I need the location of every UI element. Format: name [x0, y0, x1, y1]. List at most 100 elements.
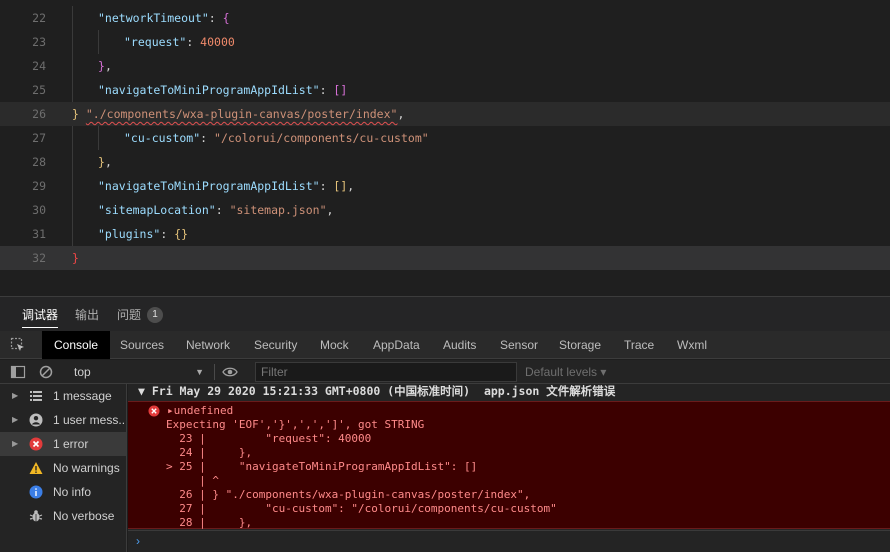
tab-debugger[interactable]: 调试器 — [22, 297, 59, 332]
tab-console[interactable]: Console — [42, 331, 111, 359]
code-line[interactable]: 24}, — [0, 54, 890, 78]
code-token: "navigateToMiniProgramAppIdList" — [98, 83, 320, 97]
indent-guide — [72, 198, 73, 222]
indent-guide — [72, 54, 73, 78]
expand-triangle-icon[interactable]: ▶ — [12, 408, 18, 432]
code-text: }, — [98, 54, 112, 78]
code-text: "navigateToMiniProgramAppIdList": [] — [98, 78, 347, 102]
tab-trace[interactable]: Trace — [624, 331, 654, 359]
console-messages: ▼ Fri May 29 2020 15:21:33 GMT+0800 (中国标… — [128, 384, 890, 552]
line-number: 30 — [32, 203, 46, 217]
code-token: } — [98, 59, 105, 73]
indent-guide — [98, 126, 99, 150]
code-line[interactable]: 23 "request": 40000 — [0, 30, 890, 54]
code-token: [] — [333, 179, 348, 193]
sidebar-item-info[interactable]: No info — [0, 480, 126, 504]
user-icon — [29, 413, 43, 427]
tab-audits[interactable]: Audits — [443, 331, 476, 359]
code-line[interactable]: 25 "navigateToMiniProgramAppIdList": [] — [0, 78, 890, 102]
problems-count-badge: 1 — [147, 307, 163, 323]
error-message: ▸undefined Expecting 'EOF','}',',',']', … — [128, 401, 890, 529]
indent-guide — [72, 126, 73, 150]
sidebar-item-errors[interactable]: ▶ 1 error — [0, 432, 126, 456]
indent-guide — [72, 78, 73, 102]
code-editor[interactable]: 22 "networkTimeout": { 23 "request": 40000 2… — [0, 0, 890, 296]
context-select[interactable]: top ▼ — [70, 362, 210, 382]
toolbar-divider — [214, 364, 215, 380]
error-expand-toggle[interactable]: ▸undefined — [167, 404, 233, 418]
code-token: [] — [333, 83, 348, 97]
prompt-chevron-icon: › — [136, 534, 140, 548]
line-number: 23 — [32, 35, 46, 49]
indent-guide — [72, 150, 73, 174]
sidebar-item-label: No verbose — [53, 509, 115, 523]
sidebar-toggle-icon[interactable] — [10, 364, 26, 380]
expand-triangle-icon[interactable]: ▶ — [12, 432, 18, 456]
list-icon — [30, 391, 42, 401]
code-token: , — [397, 107, 405, 121]
error-icon — [29, 437, 43, 451]
clear-console-icon[interactable] — [38, 364, 54, 380]
line-number: 25 — [32, 83, 46, 97]
tab-mock[interactable]: Mock — [320, 331, 349, 359]
code-line[interactable]: 27 "cu-custom": "/colorui/components/cu-c… — [0, 126, 890, 150]
code-token: , — [347, 179, 355, 193]
expand-triangle-icon[interactable]: ▶ — [12, 384, 18, 408]
code-line[interactable]: 26} "./components/wxa-plugin-canvas/post… — [0, 102, 890, 126]
code-text: } "./components/wxa-plugin-canvas/poster… — [72, 102, 404, 126]
tab-sources[interactable]: Sources — [120, 331, 164, 359]
sidebar-item-messages[interactable]: ▶ 1 message — [0, 384, 126, 408]
sidebar-item-verbose[interactable]: No verbose — [0, 504, 126, 528]
code-line[interactable]: 30 "sitemapLocation": "sitemap.json", — [0, 198, 890, 222]
code-token: "request" — [124, 35, 187, 49]
error-text-line: 28 | }, — [166, 516, 253, 529]
code-token: 40000 — [200, 35, 235, 49]
tab-sensor[interactable]: Sensor — [500, 331, 538, 359]
error-text-line: > 25 | "navigateToMiniProgramAppIdList":… — [166, 460, 478, 473]
sidebar-item-label: No warnings — [53, 461, 120, 475]
console-input[interactable]: › — [128, 530, 890, 552]
error-text-line: Expecting 'EOF','}',',',']', got STRING — [166, 418, 425, 431]
code-line[interactable]: 22 "networkTimeout": { — [0, 6, 890, 30]
code-token: "navigateToMiniProgramAppIdList" — [98, 179, 320, 193]
code-token: , — [104, 59, 112, 73]
error-text-line: 24 | }, — [166, 446, 253, 459]
sidebar-item-label: No info — [53, 485, 92, 499]
line-number: 22 — [32, 11, 46, 25]
code-text: }, — [98, 150, 112, 174]
code-token: , — [104, 155, 112, 169]
code-line[interactable]: 31 "plugins": {} — [0, 222, 890, 246]
code-line[interactable]: 29 "navigateToMiniProgramAppIdList": [], — [0, 174, 890, 198]
indent-guide — [72, 174, 73, 198]
code-token: "plugins" — [98, 227, 161, 241]
code-text: "cu-custom": "/colorui/components/cu-cus… — [124, 126, 429, 150]
code-token: : — [319, 83, 334, 97]
tab-storage[interactable]: Storage — [559, 331, 601, 359]
filter-input[interactable]: Filter — [255, 362, 517, 382]
tab-problems[interactable]: 问题 — [117, 297, 141, 332]
eye-icon[interactable] — [222, 364, 238, 380]
code-token: : — [200, 131, 215, 145]
line-number: 32 — [32, 251, 46, 265]
console-sidebar: ▶ 1 message ▶ 1 user mess... ▶ 1 error N… — [0, 384, 127, 552]
inspect-element-icon[interactable] — [10, 337, 26, 353]
warning-icon — [29, 462, 43, 474]
sidebar-item-user-messages[interactable]: ▶ 1 user mess... — [0, 408, 126, 432]
indent-guide — [72, 30, 73, 54]
info-icon — [29, 485, 43, 499]
tab-wxml[interactable]: Wxml — [677, 331, 707, 359]
tab-security[interactable]: Security — [254, 331, 297, 359]
code-text: } — [72, 246, 79, 270]
tab-network[interactable]: Network — [186, 331, 230, 359]
console-toolbar: top ▼ Filter Default levels ▾ — [0, 360, 890, 384]
sidebar-item-warnings[interactable]: No warnings — [0, 456, 126, 480]
line-number: 24 — [32, 59, 46, 73]
tab-output[interactable]: 输出 — [75, 297, 99, 332]
code-line[interactable]: 28}, — [0, 150, 890, 174]
indent-guide — [98, 30, 99, 54]
console-group-header[interactable]: ▼ Fri May 29 2020 15:21:33 GMT+0800 (中国标… — [128, 384, 890, 400]
code-line[interactable]: 32} — [0, 246, 890, 270]
log-levels-dropdown[interactable]: Default levels ▾ — [525, 362, 606, 382]
tab-appdata[interactable]: AppData — [373, 331, 420, 359]
sidebar-item-label: 1 error — [53, 437, 89, 451]
